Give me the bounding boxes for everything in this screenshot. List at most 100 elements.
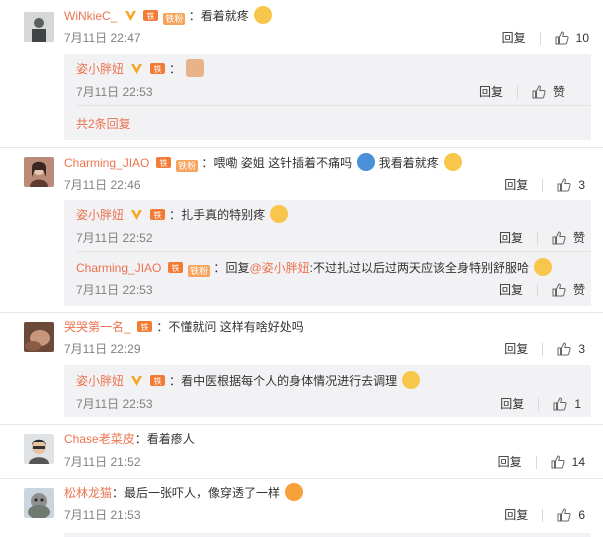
avatar[interactable] [24, 12, 54, 42]
like-button[interactable]: 3 [557, 176, 585, 194]
reply-button[interactable]: 回复 [504, 176, 528, 194]
comment-time: 7月11日 22:47 [64, 31, 141, 45]
like-button[interactable]: 赞 [532, 83, 565, 101]
reply-button[interactable]: 回复 [499, 229, 523, 247]
comment-time: 7月11日 22:53 [76, 397, 153, 411]
sad-emoji-icon [254, 6, 273, 24]
like-count: 赞 [552, 85, 565, 99]
reply-button[interactable]: 回复 [479, 83, 503, 101]
reply-button[interactable]: 回复 [500, 395, 524, 413]
comment-time: 7月11日 22:52 [76, 231, 153, 245]
like-count: 赞 [572, 283, 585, 297]
comment-text: :不过扎过以后过两天应该全身特别舒服哈 [309, 261, 529, 275]
username-link[interactable]: 姿小胖妞 [76, 374, 124, 388]
reply-button[interactable]: 回复 [499, 281, 523, 299]
like-button[interactable]: 3 [557, 340, 585, 358]
member-crown-icon: 铁 [137, 321, 153, 332]
crying-emoji-icon [444, 153, 463, 171]
thumbs-up-icon [553, 397, 567, 411]
member-crown-icon: 铁 [155, 157, 171, 168]
username-link[interactable]: Charming_JIAO [76, 261, 161, 275]
comment-text: 不懂就问 这样有啥好处吗 [168, 320, 304, 334]
verified-v-icon [131, 210, 143, 220]
reply-box: 姿小胖妞 铁 ： 7月11日 22:53 回复 赞 共2条回复 [64, 54, 591, 140]
like-count: 1 [574, 397, 581, 411]
reply-prefix: 回复 [225, 261, 250, 275]
username-link[interactable]: Chase老菜皮 [64, 432, 135, 446]
comment-time: 7月11日 22:29 [64, 342, 141, 356]
like-button[interactable]: 赞 [552, 229, 585, 247]
like-count: 14 [571, 455, 585, 469]
username-link[interactable]: 松林龙猫 [64, 486, 112, 500]
svg-text:铁: 铁 [153, 376, 161, 386]
svg-text:铁: 铁 [171, 263, 179, 273]
pig-sticker-icon [186, 59, 205, 77]
member-crown-icon: 铁 [167, 262, 183, 273]
reply-box: 姿小胖妞 铁 ：看中医根据每个人的身体情况进行去调理 7月11日 22:53 回… [64, 365, 591, 417]
reply-button[interactable]: 回复 [504, 506, 528, 524]
reply-box: 姿小胖妞 铁 ：扎手真的特别疼 7月11日 22:52 回复 赞 Charmin… [64, 200, 591, 306]
laughing-emoji-icon [285, 483, 304, 501]
reply-button[interactable]: 回复 [502, 29, 526, 47]
username-link[interactable]: WiNkieC_ [64, 9, 117, 23]
comment-text-tail: 我看着就疼 [378, 156, 439, 170]
comment-text: 最后一张吓人，像穿透了一样 [124, 486, 281, 500]
wince-emoji-icon [270, 205, 289, 223]
svg-text:铁: 铁 [147, 11, 155, 21]
thumbs-up-icon [557, 178, 571, 192]
like-button[interactable]: 赞 [552, 281, 585, 299]
comment-text: 看着瘆人 [146, 432, 195, 446]
username-link[interactable]: 姿小胖妞 [76, 62, 124, 76]
like-button[interactable]: 1 [553, 395, 581, 413]
comment-time: 7月11日 22:53 [76, 85, 153, 99]
like-button[interactable]: 6 [557, 506, 585, 524]
like-count: 6 [578, 508, 585, 522]
thumbs-up-icon [557, 508, 571, 522]
like-count: 10 [575, 31, 589, 45]
comment-text: 看着就疼 [200, 9, 249, 23]
thumbs-up-icon [552, 231, 566, 245]
smile-emoji-icon [402, 371, 421, 389]
avatar[interactable] [24, 157, 54, 187]
avatar[interactable] [24, 434, 54, 464]
svg-text:铁: 铁 [153, 64, 161, 74]
comment-time: 7月11日 22:46 [64, 178, 141, 192]
member-crown-icon: 铁 [143, 10, 159, 21]
like-button[interactable]: 14 [551, 453, 585, 471]
like-count: 3 [578, 178, 585, 192]
fan-badge: 铁粉 [176, 160, 199, 172]
svg-text:铁: 铁 [159, 158, 167, 168]
thumbs-up-icon [557, 342, 571, 356]
comment-time: 7月11日 21:53 [64, 508, 141, 522]
member-crown-icon: 铁 [149, 209, 165, 220]
reply-button[interactable]: 回复 [498, 453, 522, 471]
thumbs-up-icon [551, 455, 565, 469]
comment-time: 7月11日 22:53 [76, 283, 153, 297]
comment-text: 扎手真的特别疼 [181, 208, 266, 222]
username-link[interactable]: 姿小胖妞 [76, 208, 124, 222]
like-count: 赞 [572, 231, 585, 245]
reply-button[interactable]: 回复 [504, 340, 528, 358]
avatar[interactable] [24, 488, 54, 518]
reply-box [64, 533, 591, 537]
svg-text:铁: 铁 [153, 210, 161, 220]
mention-link[interactable]: @姿小胖妞 [249, 261, 309, 275]
thumbs-up-icon [555, 31, 569, 45]
fan-badge: 铁粉 [163, 13, 186, 25]
more-replies-link[interactable]: 共2条回复 [76, 115, 131, 133]
comment-list: WiNkieC_ 铁 铁粉 ：看着就疼 7月11日 22:47 回复 10 姿小… [0, 0, 603, 537]
like-button[interactable]: 10 [555, 29, 589, 47]
thumbs-up-icon [552, 283, 566, 297]
avatar[interactable] [24, 322, 54, 352]
svg-text:铁: 铁 [141, 322, 149, 332]
verified-v-icon [124, 11, 136, 21]
sweat-emoji-icon [357, 153, 376, 171]
username-link[interactable]: Charming_JIAO [64, 156, 149, 170]
member-crown-icon: 铁 [149, 375, 165, 386]
comment-text: 看中医根据每个人的身体情况进行去调理 [181, 374, 398, 388]
comment-text: 喂嘞 姿姐 这针插着不痛吗 [213, 156, 353, 170]
verified-v-icon [131, 376, 143, 386]
username-link[interactable]: 哭哭第一名_ [64, 320, 131, 334]
thumbs-up-icon [532, 85, 546, 99]
member-crown-icon: 铁 [149, 63, 165, 74]
